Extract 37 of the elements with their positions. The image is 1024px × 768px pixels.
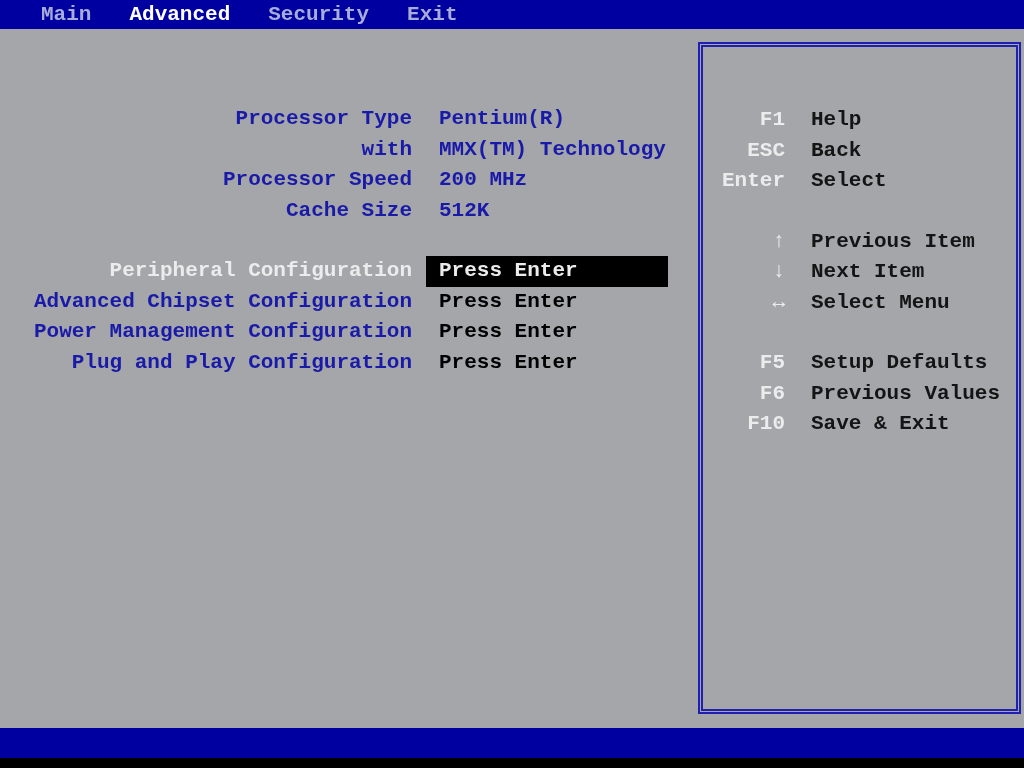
setting-value: 512K (439, 197, 490, 224)
key-action: Save & Exit (811, 411, 950, 437)
submenu-item[interactable]: Power Management Configuration (33, 317, 412, 348)
key-label: F10 (747, 411, 785, 437)
setting-value: MMX(TM) Technology (439, 136, 666, 163)
key-label: Enter (722, 168, 785, 194)
key-action: Help (811, 107, 862, 133)
key-label: ↔ (772, 289, 785, 316)
setting-label: Processor Type (235, 106, 412, 132)
setting-label: Cache Size (285, 197, 412, 224)
submenu-item[interactable]: Advanced Chipset Configuration (33, 286, 412, 317)
key-label: ↑ (772, 228, 785, 255)
submenu-value[interactable]: Press Enter (426, 286, 668, 317)
menu-tab[interactable]: Security (268, 4, 370, 25)
key-action: Next Item (811, 259, 925, 285)
key-label: ESC (747, 137, 785, 164)
key-action: Back (811, 137, 862, 164)
key-label: F1 (759, 107, 785, 133)
key-action: Previous Values (811, 380, 1001, 407)
submenu-value[interactable]: Press Enter (426, 317, 668, 348)
key-label: F5 (759, 350, 785, 376)
key-action: Setup Defaults (811, 350, 988, 376)
key-action: Select Menu (811, 289, 950, 316)
menu-tab[interactable]: Exit (407, 4, 458, 25)
setting-label: with (361, 136, 412, 163)
submenu-item[interactable]: Plug and Play Configuration (71, 347, 412, 378)
key-label: F6 (759, 380, 785, 407)
key-action: Select (811, 168, 887, 194)
key-label: ↓ (772, 259, 785, 285)
key-action: Previous Item (811, 228, 975, 255)
menu-tab[interactable]: Advanced (129, 4, 231, 25)
menu-tab[interactable]: Main (41, 4, 92, 25)
setting-label: Processor Speed (222, 167, 412, 193)
submenu-value[interactable]: Press Enter (426, 347, 668, 378)
setting-value: 200 MHz (439, 167, 528, 193)
submenu-value[interactable]: Press Enter (426, 256, 668, 287)
setting-value: Pentium(R) (439, 106, 566, 132)
